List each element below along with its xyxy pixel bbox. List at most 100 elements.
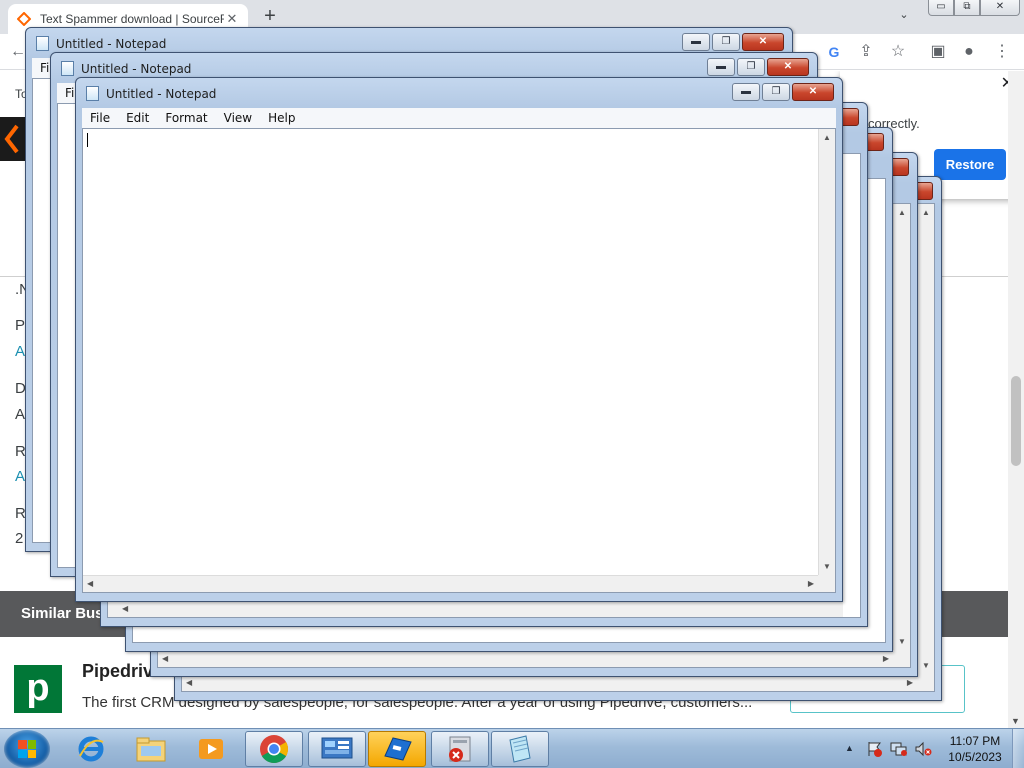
- bookmark-star-icon[interactable]: ☆: [886, 40, 910, 64]
- page-link-fragment[interactable]: A: [15, 343, 25, 360]
- window-title: Untitled - Notepad: [56, 37, 167, 51]
- sourceforge-favicon-icon: [16, 11, 32, 27]
- vertical-scrollbar[interactable]: ▲ ▼: [818, 129, 835, 575]
- folder-icon: [136, 737, 166, 762]
- menu-help[interactable]: Help: [260, 111, 303, 125]
- maximize-button[interactable]: ❐: [762, 83, 790, 101]
- control-panel-icon: [321, 737, 353, 759]
- taskbar-internet-explorer[interactable]: [62, 731, 120, 767]
- notepad-titlebar[interactable]: Untitled - Notepad ▬ ❐ ✕: [76, 78, 842, 108]
- menu-format[interactable]: Format: [157, 111, 215, 125]
- close-button[interactable]: ✕: [742, 33, 784, 51]
- horizontal-scrollbar[interactable]: ◀ ▶: [158, 650, 893, 667]
- notepad-icon: [509, 735, 531, 763]
- close-button[interactable]: ✕: [980, 0, 1020, 16]
- chrome-icon: [260, 735, 288, 763]
- notepad-app-icon: [86, 86, 99, 101]
- tab-close-icon[interactable]: ✕: [224, 11, 240, 27]
- tab-search-icon[interactable]: ⌄: [893, 8, 915, 26]
- minimize-button[interactable]: ▬: [707, 58, 735, 76]
- scroll-up-arrow-icon[interactable]: ▲: [898, 208, 906, 217]
- resize-grip-icon[interactable]: [893, 650, 910, 667]
- minimize-button[interactable]: ▭: [928, 0, 954, 16]
- text-caret: [87, 133, 88, 147]
- show-desktop-button[interactable]: [1012, 729, 1024, 768]
- windows-taskbar: ▲ 11:07 PM 10/5/2023: [0, 728, 1024, 768]
- vertical-scrollbar[interactable]: ▲ ▼: [917, 204, 934, 674]
- scroll-left-arrow-icon[interactable]: ◀: [87, 579, 93, 588]
- clock-date: 10/5/2023: [948, 750, 1002, 764]
- active-notepad-window[interactable]: Untitled - Notepad ▬ ❐ ✕ File Edit Forma…: [75, 77, 843, 602]
- close-button[interactable]: ✕: [792, 83, 834, 101]
- horizontal-scrollbar[interactable]: ◀ ▶: [83, 575, 818, 592]
- taskbar-chrome[interactable]: [245, 731, 303, 767]
- minimize-button[interactable]: ▬: [682, 33, 710, 51]
- app-window-icon: [384, 737, 412, 761]
- resize-grip-icon[interactable]: [917, 674, 934, 691]
- scroll-left-arrow-icon[interactable]: ◀: [122, 604, 128, 613]
- clock-time: 11:07 PM: [949, 734, 1001, 748]
- notepad-menubar: File Edit Format View Help: [82, 108, 836, 128]
- notepad-text-area[interactable]: ▲ ▼ ◀ ▶: [82, 128, 836, 593]
- scroll-down-arrow-icon[interactable]: ▼: [898, 637, 906, 646]
- network-icon[interactable]: [890, 741, 908, 757]
- scroll-up-arrow-icon[interactable]: ▲: [823, 133, 831, 142]
- window-title: Untitled - Notepad: [106, 87, 217, 101]
- scroll-right-arrow-icon[interactable]: ▶: [883, 654, 889, 663]
- taskbar-error-app[interactable]: [431, 731, 489, 767]
- taskbar-blue-app[interactable]: [368, 731, 426, 767]
- scroll-down-arrow-icon[interactable]: ▼: [823, 562, 831, 571]
- google-lens-icon[interactable]: G: [822, 40, 846, 64]
- windows-logo-icon: [18, 740, 36, 758]
- scroll-down-arrow-icon[interactable]: ▼: [1011, 716, 1020, 726]
- restore-button[interactable]: Restore: [934, 149, 1006, 180]
- close-button[interactable]: ✕: [767, 58, 809, 76]
- page-fragment: 2: [15, 530, 24, 547]
- menu-file[interactable]: File: [82, 111, 118, 125]
- scroll-left-arrow-icon[interactable]: ◀: [162, 654, 168, 663]
- browser-window-controls: ▭ ⧉ ✕: [928, 0, 1020, 16]
- profile-avatar-icon[interactable]: ●: [957, 40, 981, 64]
- tray-overflow-icon[interactable]: ▲: [845, 743, 854, 753]
- start-button[interactable]: [4, 730, 50, 768]
- scroll-right-arrow-icon[interactable]: ▶: [907, 678, 913, 687]
- page-scrollbar[interactable]: ▼: [1008, 71, 1024, 728]
- new-tab-button[interactable]: +: [258, 5, 282, 29]
- maximize-button[interactable]: ⧉: [954, 0, 980, 16]
- page-fragment: A: [15, 406, 26, 423]
- resize-grip-icon[interactable]: [818, 575, 835, 592]
- page-link-fragment[interactable]: A: [15, 468, 25, 485]
- action-center-icon[interactable]: [866, 741, 884, 757]
- taskbar-notepad[interactable]: [491, 731, 549, 767]
- internet-explorer-icon: [78, 736, 104, 762]
- page-scroll-thumb[interactable]: [1011, 376, 1021, 466]
- pipedrive-logo[interactable]: p: [14, 665, 62, 713]
- window-title: Untitled - Notepad: [81, 62, 192, 76]
- scroll-down-arrow-icon[interactable]: ▼: [922, 661, 930, 670]
- notepad-app-icon: [36, 36, 49, 51]
- scroll-left-arrow-icon[interactable]: ◀: [186, 678, 192, 687]
- horizontal-scrollbar[interactable]: ◀: [108, 600, 843, 617]
- tab-title: Text Spammer download | SourceForge.net: [40, 12, 224, 26]
- volume-muted-icon[interactable]: [914, 741, 932, 757]
- minimize-button[interactable]: ▬: [732, 83, 760, 101]
- taskbar-media-player[interactable]: [182, 731, 240, 767]
- share-icon[interactable]: ⇪: [854, 40, 878, 64]
- error-app-icon: [449, 736, 471, 762]
- side-panel-icon[interactable]: ▣: [926, 40, 950, 64]
- taskbar-control-panel[interactable]: [308, 731, 366, 767]
- menu-edit[interactable]: Edit: [118, 111, 157, 125]
- system-clock[interactable]: 11:07 PM 10/5/2023: [940, 733, 1010, 765]
- maximize-button[interactable]: ❐: [737, 58, 765, 76]
- menu-view[interactable]: View: [216, 111, 260, 125]
- chrome-menu-icon[interactable]: ⋮: [990, 40, 1014, 64]
- maximize-button[interactable]: ❐: [712, 33, 740, 51]
- scroll-up-arrow-icon[interactable]: ▲: [922, 208, 930, 217]
- scroll-right-arrow-icon[interactable]: ▶: [808, 579, 814, 588]
- sourceforge-logo-icon: [0, 117, 28, 161]
- notepad-app-icon: [61, 61, 74, 76]
- vertical-scrollbar[interactable]: ▲ ▼: [893, 204, 910, 650]
- taskbar-file-explorer[interactable]: [122, 731, 180, 767]
- bubble-close-icon[interactable]: ✕: [1001, 73, 1008, 93]
- media-player-icon: [199, 739, 223, 759]
